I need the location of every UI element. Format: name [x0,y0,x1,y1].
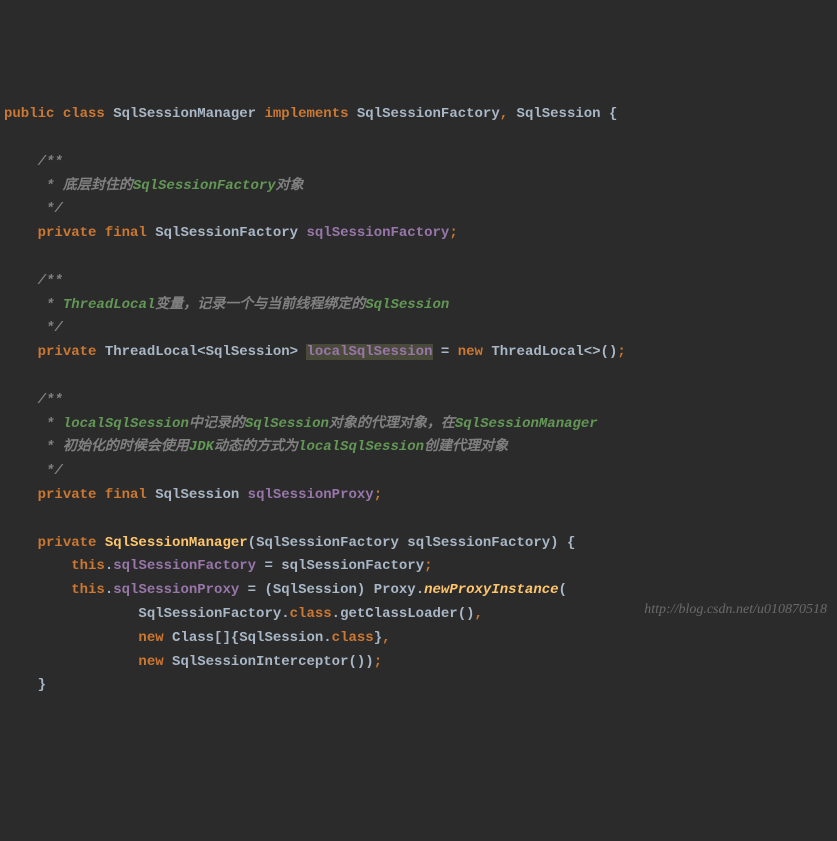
keyword: private [38,487,97,503]
param-name: sqlSessionFactory [407,535,550,551]
paren: ( [559,582,567,598]
class-name: SqlSessionManager [113,106,256,122]
type: SqlSession [155,487,239,503]
keyword: this [71,558,105,574]
javadoc-line: * localSqlSession中记录的SqlSession对象的代理对象，在… [38,416,598,432]
javadoc-open: /** [38,154,63,170]
code-text: } [374,630,382,646]
field: sqlSessionProxy [113,582,239,598]
assign: = sqlSessionFactory [256,558,424,574]
keyword: class [332,630,374,646]
static-method: newProxyInstance [424,582,558,598]
assign: = (SqlSession) Proxy. [239,582,424,598]
keyword: final [105,487,147,503]
javadoc-open: /** [38,273,63,289]
keyword: new [138,654,163,670]
comma: , [382,630,390,646]
code-text: Class[]{SqlSession. [164,630,332,646]
semi: ; [374,654,382,670]
keyword: private [38,225,97,241]
javadoc-line: * 初始化的时候会使用JDK动态的方式为localSqlSession创建代理对… [38,439,508,455]
javadoc-line: * 底层封住的SqlSessionFactory对象 [38,178,304,194]
keyword: this [71,582,105,598]
keyword: class [63,106,105,122]
type: ThreadLocal<>() [491,344,617,360]
code-text: SqlSessionInterceptor()) [164,654,374,670]
comma: , [500,106,508,122]
interface: SqlSession [517,106,601,122]
keyword: implements [264,106,348,122]
keyword: final [105,225,147,241]
field: sqlSessionFactory [113,558,256,574]
watermark: http://blog.csdn.net/u010870518 [644,598,827,622]
code-text: SqlSessionFactory. [138,606,289,622]
keyword: class [290,606,332,622]
keyword: private [38,535,97,551]
field: sqlSessionFactory [306,225,449,241]
op: = [433,344,458,360]
keyword: private [38,344,97,360]
constructor: SqlSessionManager [105,535,248,551]
keyword: new [138,630,163,646]
semi: ; [617,344,625,360]
field: sqlSessionProxy [248,487,374,503]
javadoc-close: */ [38,463,63,479]
param-type: SqlSessionFactory [256,535,399,551]
javadoc-close: */ [38,201,63,217]
field-highlighted: localSqlSession [306,344,432,360]
type: SqlSessionFactory [155,225,298,241]
semi: ; [449,225,457,241]
keyword: new [458,344,483,360]
interface: SqlSessionFactory [357,106,500,122]
javadoc-line: * ThreadLocal变量，记录一个与当前线程绑定的SqlSession [38,297,450,313]
code-text: .getClassLoader() [332,606,475,622]
brace: } [38,677,46,693]
keyword: public [4,106,54,122]
type: ThreadLocal<SqlSession> [105,344,298,360]
javadoc-close: */ [38,320,63,336]
javadoc-open: /** [38,392,63,408]
semi: ; [424,558,432,574]
brace: { [567,535,575,551]
comma: , [475,606,483,622]
semi: ; [374,487,382,503]
brace: { [609,106,617,122]
